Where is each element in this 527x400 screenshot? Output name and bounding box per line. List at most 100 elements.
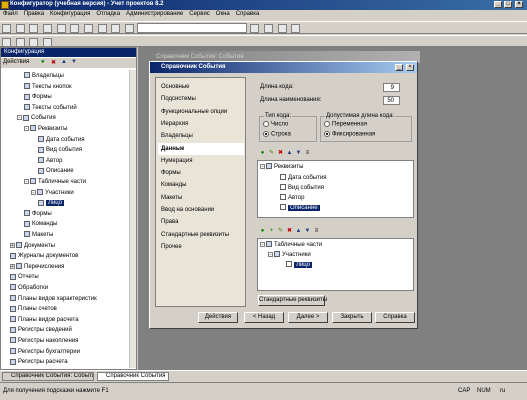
new-icon[interactable] bbox=[2, 24, 11, 33]
expand-icon[interactable]: - bbox=[17, 115, 22, 121]
next-button[interactable]: Далее > bbox=[288, 312, 328, 323]
back-button[interactable]: < Назад bbox=[244, 312, 284, 323]
menu-item[interactable]: Отладка bbox=[93, 10, 123, 18]
cut-icon[interactable] bbox=[43, 24, 53, 33]
sort-icon[interactable]: ≡ bbox=[304, 150, 311, 157]
find-icon[interactable] bbox=[125, 24, 135, 33]
tree-item[interactable]: Макеты bbox=[24, 230, 53, 240]
tabular-root[interactable]: - Табличные части bbox=[260, 240, 322, 250]
tree-item[interactable]: Тексты кнопок bbox=[24, 82, 72, 92]
tree-item[interactable]: Регистры расчета bbox=[10, 357, 68, 367]
dialog-tab[interactable]: Функциональные опции bbox=[158, 106, 244, 118]
minimize-button[interactable]: _ bbox=[494, 1, 502, 8]
window-icon[interactable] bbox=[15, 38, 25, 47]
expand-icon[interactable]: - bbox=[31, 189, 36, 195]
tree-item[interactable]: Автор bbox=[38, 156, 62, 166]
search-combo[interactable] bbox=[136, 23, 247, 33]
menu-item[interactable]: Правка bbox=[21, 10, 47, 18]
open-icon[interactable] bbox=[15, 24, 25, 33]
move-down-icon[interactable]: ▼ bbox=[295, 150, 302, 157]
expand-icon[interactable]: + bbox=[10, 263, 15, 269]
tree-item[interactable]: Тексты событий bbox=[24, 103, 77, 113]
tree-item[interactable]: Планы счетов bbox=[10, 304, 57, 314]
dialog-tab[interactable]: Права bbox=[158, 216, 244, 228]
copy-icon[interactable] bbox=[56, 24, 66, 33]
paste-icon[interactable] bbox=[70, 24, 80, 33]
actions-menu[interactable]: Действия bbox=[3, 59, 29, 65]
tree-item[interactable]: + Документы bbox=[10, 241, 55, 251]
attributes-root[interactable]: - Реквизиты bbox=[260, 162, 303, 172]
tree-item[interactable]: Регистры сведений bbox=[10, 325, 72, 335]
tree-item[interactable]: Команды bbox=[24, 219, 57, 229]
debug-icon[interactable] bbox=[43, 38, 53, 47]
tree-item[interactable]: Обработки bbox=[10, 283, 48, 293]
add-icon[interactable]: ● bbox=[41, 59, 45, 65]
task-bg-window[interactable]: Справочник События: События bbox=[2, 372, 94, 381]
settings-icon[interactable] bbox=[29, 38, 39, 47]
tree-item[interactable]: Лицо bbox=[38, 198, 64, 208]
code-type-string-radio[interactable]: Строка bbox=[263, 131, 291, 138]
name-length-input[interactable]: 50 bbox=[383, 96, 400, 105]
expand-icon[interactable]: - bbox=[24, 178, 29, 184]
tabular-sort-icon[interactable]: ≡ bbox=[313, 228, 320, 235]
move-up-icon[interactable]: ▲ bbox=[286, 150, 293, 157]
tree-item[interactable]: Регистры накопления bbox=[10, 336, 78, 346]
tree-item[interactable]: Вид события bbox=[38, 145, 82, 155]
dialog-tab[interactable]: Макеты bbox=[158, 192, 244, 204]
config-tree-scrollbar[interactable] bbox=[129, 70, 136, 368]
tree-item[interactable]: Планы видов расчета bbox=[10, 315, 79, 325]
save-icon[interactable] bbox=[29, 24, 39, 33]
tree-item[interactable]: Отчеты bbox=[10, 272, 39, 282]
menu-item[interactable]: Справка bbox=[233, 10, 263, 18]
up-icon[interactable]: ▲ bbox=[61, 59, 67, 65]
standard-attributes-button[interactable]: Стандартные реквизиты bbox=[258, 295, 327, 306]
dialog-tab[interactable]: Владельцы bbox=[158, 130, 244, 142]
expand-icon[interactable]: - bbox=[24, 125, 29, 131]
delete-icon[interactable] bbox=[84, 24, 94, 33]
dialog-tab[interactable]: Стандартные реквизиты bbox=[158, 229, 244, 241]
tree-item[interactable]: Описание bbox=[38, 166, 74, 176]
menu-item[interactable]: Администрирование bbox=[123, 10, 186, 18]
attribute-item[interactable]: Автор bbox=[280, 193, 304, 203]
delete-tabular-icon[interactable]: ✖ bbox=[286, 228, 293, 235]
tree-item[interactable]: Дата события bbox=[38, 135, 84, 145]
menu-item[interactable]: Файл bbox=[0, 10, 21, 18]
tree-item[interactable]: - Участники bbox=[31, 188, 74, 198]
attribute-item[interactable]: Описание bbox=[280, 203, 320, 213]
allowed-length-fixed-radio[interactable]: Фиксированная bbox=[324, 131, 375, 138]
remove-icon[interactable]: ✖ bbox=[51, 59, 56, 66]
allowed-length-variable-radio[interactable]: Переменная bbox=[324, 121, 367, 128]
dialog-tab[interactable]: Формы bbox=[158, 167, 244, 179]
dialog-tab[interactable]: Нумерация bbox=[158, 155, 244, 167]
tree-item[interactable]: - Реквизиты bbox=[24, 124, 67, 134]
tree-item[interactable]: - Табличные части bbox=[24, 177, 86, 187]
redo-icon[interactable] bbox=[111, 24, 121, 33]
tree-item[interactable]: Регистры бухгалтерии bbox=[10, 347, 80, 357]
dialog-tab[interactable]: Иерархия bbox=[158, 118, 244, 130]
tree-item[interactable]: - События bbox=[17, 113, 56, 123]
help-button[interactable]: Справка bbox=[375, 312, 415, 323]
tabular-section[interactable]: - Участники bbox=[268, 250, 311, 260]
dialog-tab[interactable]: Основные bbox=[158, 81, 244, 93]
tabular-up-icon[interactable]: ▲ bbox=[295, 228, 302, 235]
close-button[interactable]: × bbox=[515, 1, 523, 8]
dialog-tab[interactable]: Прочее bbox=[158, 241, 244, 253]
menu-item[interactable]: Конфигурация bbox=[47, 10, 93, 18]
search-prev-icon[interactable] bbox=[264, 24, 274, 33]
expand-icon[interactable]: + bbox=[10, 242, 15, 248]
tree-icon[interactable] bbox=[2, 38, 11, 47]
down-icon[interactable]: ▼ bbox=[71, 59, 77, 65]
task-dialog[interactable]: Справочник События bbox=[97, 372, 169, 381]
attribute-item[interactable]: Дата события bbox=[280, 173, 326, 183]
tree-item[interactable]: + Перечисления bbox=[10, 262, 64, 272]
dialog-tab[interactable]: Ввод на основании bbox=[158, 204, 244, 216]
menu-item[interactable]: Окна bbox=[213, 10, 233, 18]
tree-item[interactable]: Журналы документов bbox=[10, 251, 78, 261]
dialog-tab[interactable]: Команды bbox=[158, 179, 244, 191]
tabular-attribute[interactable]: Лицо bbox=[286, 260, 312, 270]
undo-icon[interactable] bbox=[97, 24, 107, 33]
edit-attribute-icon[interactable]: ✎ bbox=[268, 150, 275, 157]
menu-item[interactable]: Сервис bbox=[186, 10, 213, 18]
add-column-icon[interactable]: + bbox=[268, 228, 275, 235]
add-tabular-icon[interactable]: ● bbox=[259, 228, 266, 235]
